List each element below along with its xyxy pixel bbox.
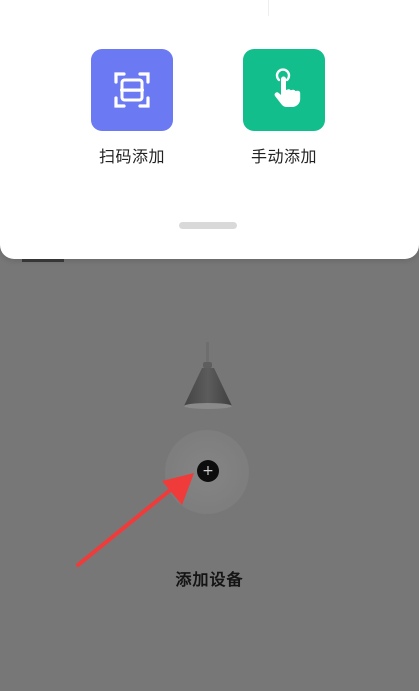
manual-add-label: 手动添加 [250, 147, 317, 166]
add-device-label: 添加设备 [175, 570, 244, 589]
add-device-button[interactable]: + [197, 460, 219, 482]
add-options-sheet: 扫码添加 手动添加 [0, 0, 419, 259]
scan-add-label: 扫码添加 [98, 147, 165, 166]
pointer-arrow-icon [76, 473, 194, 567]
scan-qr-icon [114, 72, 150, 108]
divider [268, 0, 269, 16]
scan-add-option[interactable]: 扫码添加 [72, 49, 192, 167]
scan-add-tile[interactable] [91, 49, 173, 131]
manual-add-tile[interactable] [243, 49, 325, 131]
sheet-drag-handle[interactable] [179, 222, 237, 229]
hand-tap-icon [274, 68, 301, 107]
add-device-screen: 扫码添加 手动添加 + 添加设备 [0, 0, 419, 691]
pendant-lamp-icon [184, 368, 232, 409]
manual-add-option[interactable]: 手动添加 [224, 49, 344, 167]
tab-indicator [22, 259, 64, 262]
